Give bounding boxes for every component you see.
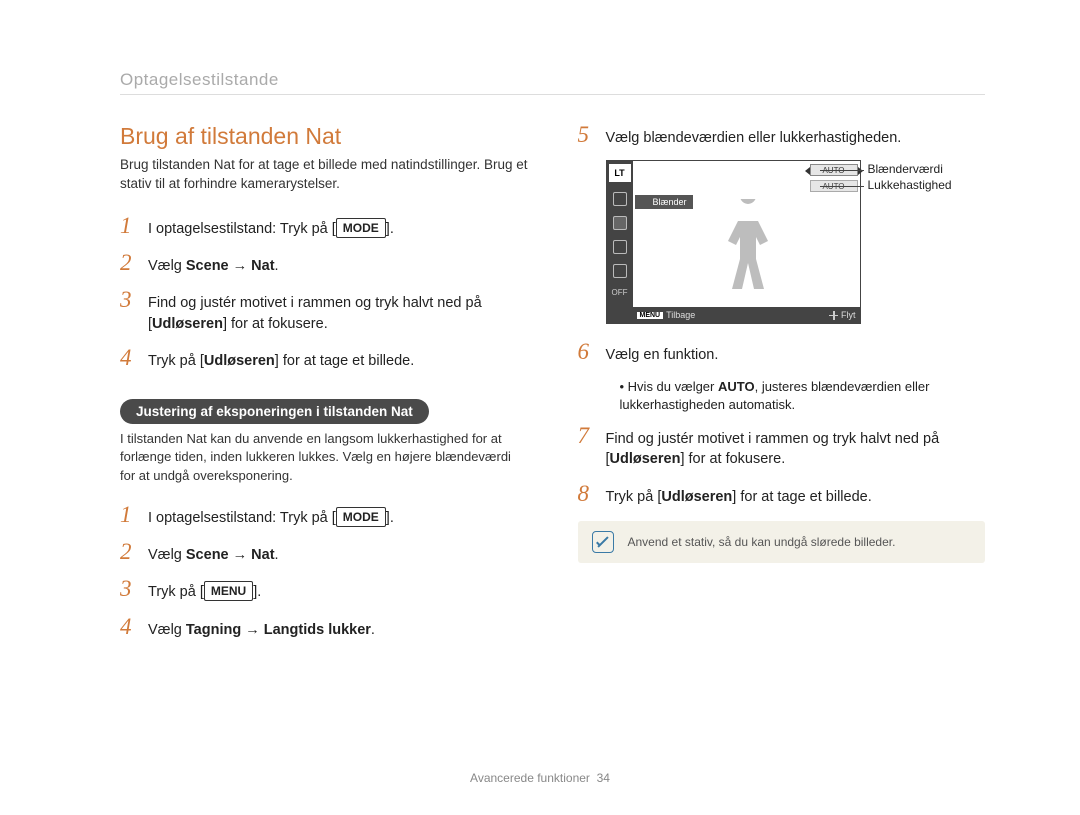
menu-keycap: MENU: [204, 581, 253, 601]
mode-keycap: MODE: [336, 218, 386, 238]
camera-screen-illustration: LT OFF AUTO AUTO Blænder: [606, 160, 986, 324]
intro-text: Brug tilstanden Nat for at tage et bille…: [120, 156, 528, 194]
step-text: Find og justér motivet i rammen og tryk …: [606, 429, 986, 470]
step-number: 6: [578, 340, 606, 363]
subsection-intro: I tilstanden Nat kan du anvende en langs…: [120, 430, 528, 485]
sidebar-off-icon: OFF: [612, 288, 628, 297]
subject-silhouette-icon: [713, 199, 783, 299]
mode-keycap: MODE: [336, 507, 386, 527]
section-title: Brug af tilstanden Nat: [120, 123, 528, 150]
step-number: 4: [120, 615, 148, 638]
left-column: Brug af tilstanden Nat Brug tilstanden N…: [120, 123, 528, 652]
callout-line: [820, 186, 864, 187]
steps-right-cont: 6 Vælg en funktion.: [578, 340, 986, 365]
sidebar-icon: [613, 216, 627, 230]
steps-right: 5 Vælg blændeværdien eller lukkerhastigh…: [578, 123, 986, 148]
steps-right-cont2: 7 Find og justér motivet i rammen og try…: [578, 424, 986, 507]
tip-box: Anvend et stativ, så du kan undgå sløred…: [578, 521, 986, 563]
step-number: 3: [120, 288, 148, 311]
step-text: Vælg Scene → Nat.: [148, 256, 528, 276]
step-number: 3: [120, 577, 148, 600]
step-number: 1: [120, 214, 148, 237]
callout-line: [820, 170, 864, 171]
step-text: Tryk på [Udløseren] for at tage et bille…: [606, 487, 986, 507]
step-number: 2: [120, 540, 148, 563]
step-text: I optagelsestilstand: Tryk på [MODE].: [148, 218, 528, 239]
steps-exposure: 1 I optagelsestilstand: Tryk på [MODE]. …: [120, 503, 528, 640]
tip-text: Anvend et stativ, så du kan undgå sløred…: [628, 535, 896, 549]
step-number: 8: [578, 482, 606, 505]
step-text: I optagelsestilstand: Tryk på [MODE].: [148, 507, 528, 528]
sidebar-icon: [613, 264, 627, 278]
move-label: Flyt: [841, 310, 856, 320]
step-text: Vælg Tagning → Langtids lukker.: [148, 620, 528, 640]
nav-cross-icon: [829, 311, 838, 320]
step-text: Vælg Scene → Nat.: [148, 545, 528, 565]
callout-shutter: Lukkehastighed: [868, 178, 952, 192]
lt-badge: LT: [609, 164, 631, 182]
sidebar-icon: [613, 192, 627, 206]
back-label: Tilbage: [666, 310, 695, 320]
blaender-label: Blænder: [635, 195, 693, 209]
step-note: Hvis du vælger AUTO, justeres blændeværd…: [620, 378, 986, 414]
step-number: 2: [120, 251, 148, 274]
step-text: Vælg blændeværdien eller lukkerhastighed…: [606, 128, 986, 148]
step-number: 5: [578, 123, 606, 146]
step-text: Find og justér motivet i rammen og tryk …: [148, 293, 528, 334]
step-number: 7: [578, 424, 606, 447]
step-text: Vælg en funktion.: [606, 345, 986, 365]
breadcrumb: Optagelsestilstande: [120, 70, 985, 95]
right-column: 5 Vælg blændeværdien eller lukkerhastigh…: [578, 123, 986, 652]
screen-bottombar: MENU Tilbage Flyt: [633, 307, 860, 323]
sidebar-icon: [613, 240, 627, 254]
step-text: Tryk på [MENU].: [148, 581, 528, 602]
tip-check-icon: [592, 531, 614, 553]
callout-aperture: Blænderværdi: [868, 162, 943, 176]
page-footer: Avancerede funktioner 34: [0, 771, 1080, 785]
screen-sidebar: LT OFF: [607, 161, 633, 323]
steps-main: 1 I optagelsestilstand: Tryk på [MODE]. …: [120, 214, 528, 371]
subsection-pill: Justering af eksponeringen i tilstanden …: [120, 399, 429, 424]
menu-box-icon: MENU: [637, 312, 664, 319]
step-number: 4: [120, 346, 148, 369]
step-number: 1: [120, 503, 148, 526]
step-text: Tryk på [Udløseren] for at tage et bille…: [148, 351, 528, 371]
